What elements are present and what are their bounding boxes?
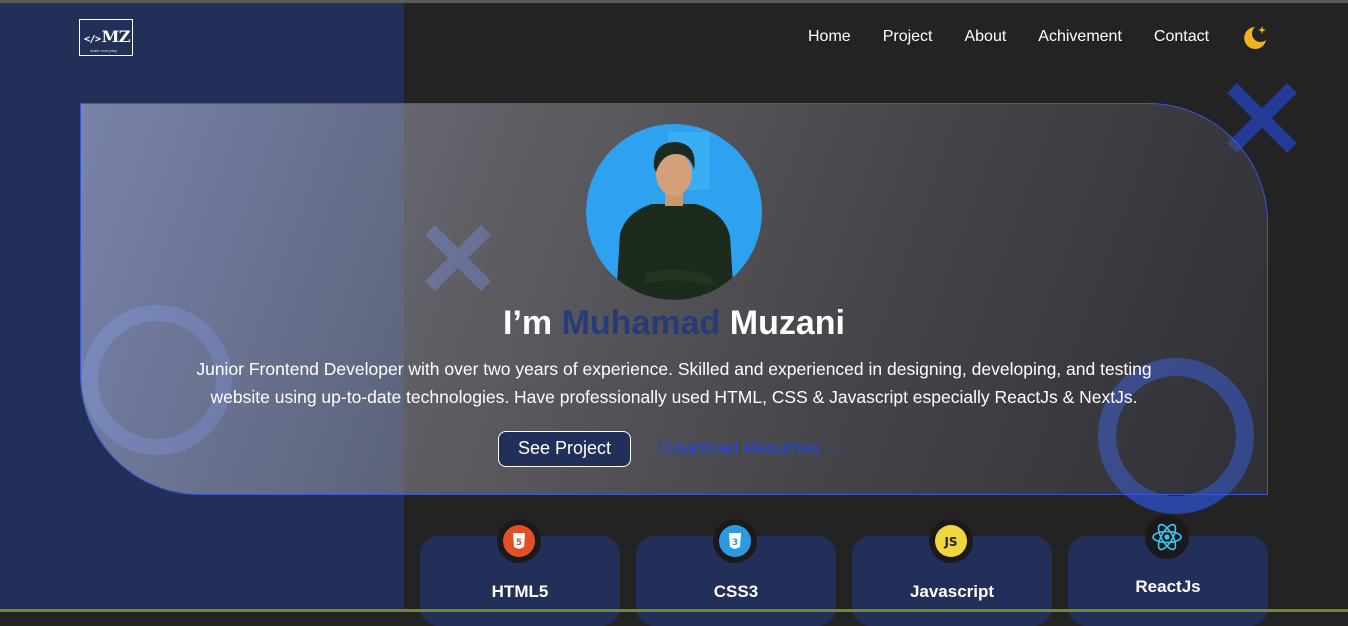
code-icon: </>	[84, 34, 101, 45]
hero-greeting: I’m	[503, 304, 553, 342]
nav-home[interactable]: Home	[808, 27, 851, 47]
html5-icon: 5	[497, 519, 541, 563]
logo-mark: </>MZ	[84, 27, 130, 46]
see-project-button[interactable]: See Project	[498, 431, 631, 467]
site-logo[interactable]: </>MZ make everyday	[79, 19, 133, 56]
nav-contact[interactable]: Contact	[1154, 27, 1209, 47]
javascript-icon: JS	[929, 519, 973, 563]
hero-heading: I’m Muhamad Muzani	[0, 304, 1348, 343]
download-resumes-link[interactable]: Download Resumes →	[659, 438, 843, 459]
download-resumes-label: Download Resumes	[659, 438, 821, 458]
nav-project[interactable]: Project	[883, 27, 933, 47]
moon-icon[interactable]	[1240, 23, 1270, 53]
nav-achivement[interactable]: Achivement	[1038, 27, 1122, 47]
logo-text: MZ	[101, 27, 131, 46]
hero-last-name: Muzani	[729, 304, 845, 342]
skill-label: HTML5	[491, 582, 549, 601]
nav-about[interactable]: About	[964, 27, 1006, 47]
svg-text:JS: JS	[943, 535, 957, 549]
react-icon	[1145, 515, 1189, 559]
skill-label: CSS3	[713, 582, 759, 601]
css3-icon: 3	[713, 519, 757, 563]
arrow-right-icon: →	[825, 438, 844, 458]
logo-tagline: make everyday	[90, 48, 118, 53]
profile-avatar	[586, 124, 762, 300]
person-photo-icon	[616, 132, 734, 300]
skill-label: Javascript	[909, 582, 995, 601]
svg-text:3: 3	[732, 538, 738, 548]
skill-label: ReactJs	[1135, 577, 1201, 596]
hero-description: Junior Frontend Developer with over two …	[196, 359, 1152, 407]
svg-text:5: 5	[516, 538, 522, 548]
main-nav: Home Project About Achivement Contact	[808, 27, 1241, 47]
hero-first-name: Muhamad	[561, 304, 721, 342]
